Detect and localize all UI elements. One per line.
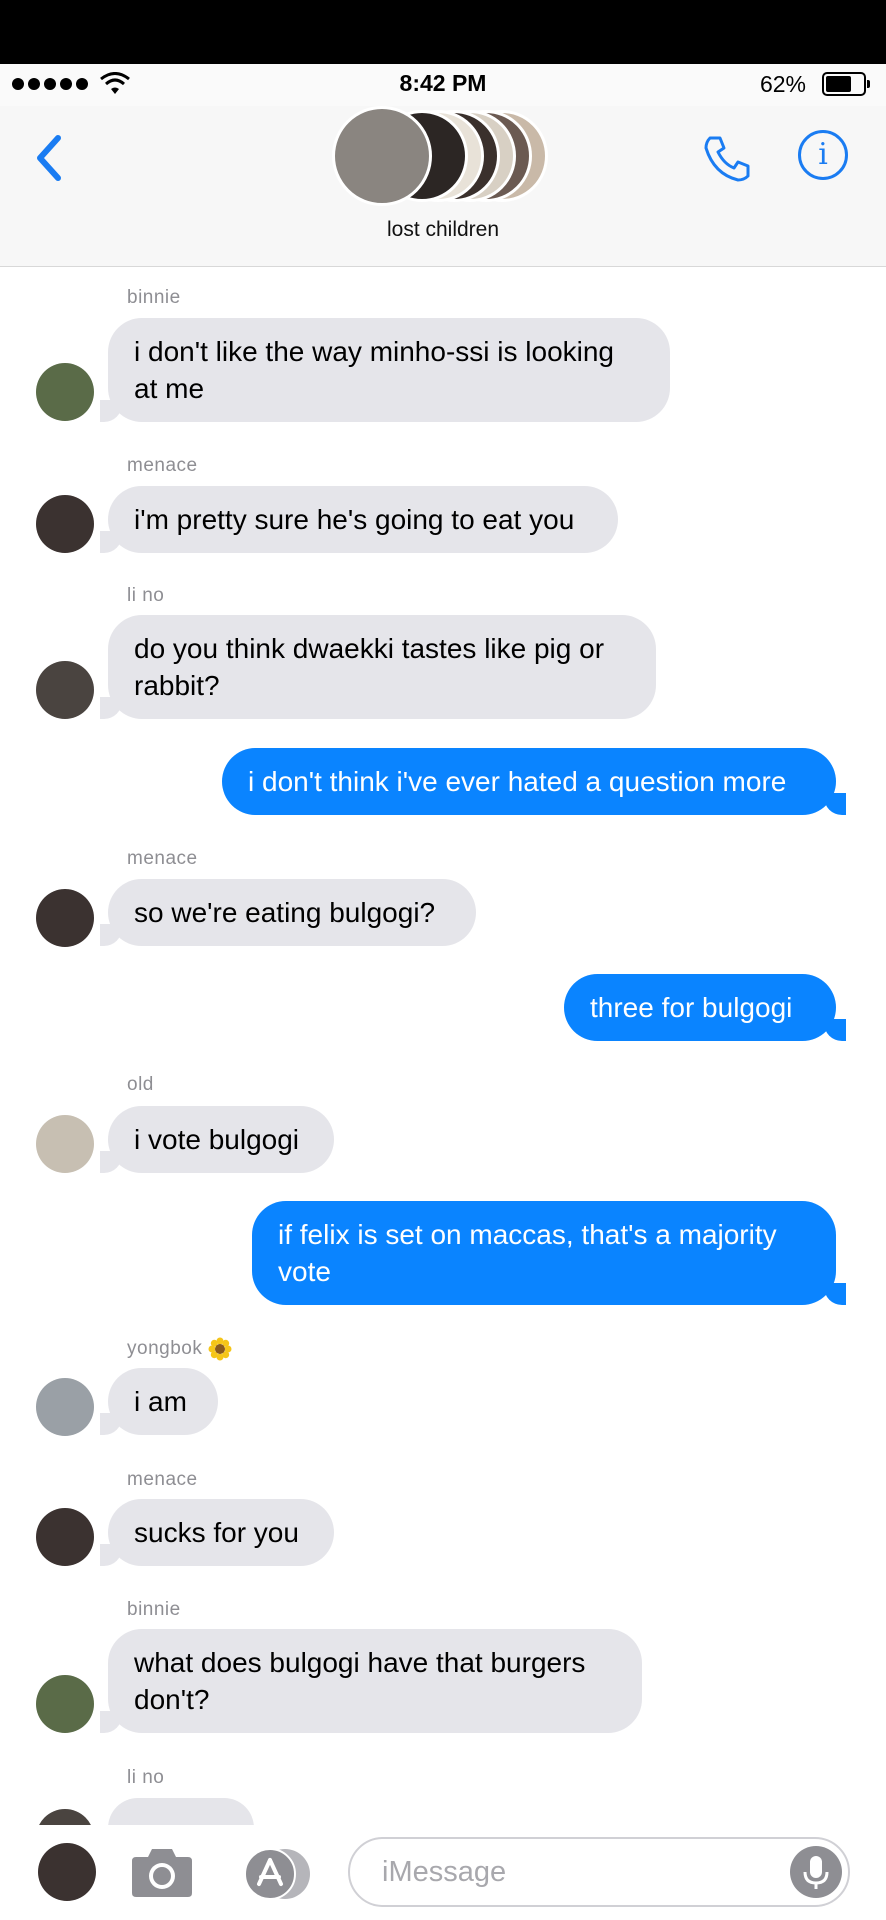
composer-bar: iMessage — [0, 1825, 886, 1920]
top-black-bar — [0, 0, 886, 64]
sender-name: li no — [127, 1767, 165, 1788]
conversation-header: lost children i — [0, 106, 886, 267]
member-avatar — [332, 106, 432, 206]
incoming-message-bubble[interactable]: so we're eating bulgogi? — [100, 879, 476, 946]
incoming-message-bubble-partial[interactable] — [108, 1798, 254, 1825]
sender-name: menace — [127, 848, 198, 869]
imessage-input[interactable]: iMessage — [348, 1837, 850, 1907]
avatar[interactable] — [36, 1378, 94, 1436]
message-thread[interactable]: binnie i don't like the way minho-ssi is… — [0, 267, 886, 1825]
incoming-message-bubble[interactable]: do you think dwaekki tastes like pig or … — [100, 615, 656, 719]
incoming-message-bubble[interactable]: sucks for you — [100, 1499, 334, 1566]
avatar[interactable] — [36, 363, 94, 421]
incoming-message-bubble[interactable]: i don't like the way minho-ssi is lookin… — [100, 318, 670, 422]
sender-name: menace — [127, 1469, 198, 1490]
incoming-message-bubble[interactable]: i am — [100, 1368, 218, 1435]
avatar[interactable] — [36, 1675, 94, 1733]
sender-name: menace — [127, 455, 198, 476]
avatar[interactable] — [36, 1508, 94, 1566]
group-avatar-stack[interactable] — [332, 106, 552, 206]
outgoing-message-bubble[interactable]: three for bulgogi — [564, 974, 846, 1041]
incoming-message-bubble[interactable]: what does bulgogi have that burgers don'… — [100, 1629, 642, 1733]
sender-name-text: yongbok — [127, 1338, 203, 1360]
incoming-message-bubble[interactable]: i'm pretty sure he's going to eat you — [100, 486, 618, 553]
microphone-icon[interactable] — [790, 1846, 842, 1898]
memoji-avatar-button[interactable] — [38, 1843, 96, 1901]
avatar[interactable] — [36, 1115, 94, 1173]
sender-name: binnie — [127, 287, 181, 308]
imessage-placeholder: iMessage — [382, 1856, 507, 1888]
group-name[interactable]: lost children — [0, 218, 886, 242]
avatar[interactable] — [36, 889, 94, 947]
avatar[interactable] — [36, 495, 94, 553]
phone-call-icon[interactable] — [700, 130, 756, 186]
status-bar: 8:42 PM 62% — [0, 64, 886, 106]
clock: 8:42 PM — [399, 70, 487, 96]
sender-name: old — [127, 1074, 154, 1095]
outgoing-message-bubble[interactable]: i don't think i've ever hated a question… — [222, 748, 846, 815]
info-icon[interactable]: i — [798, 130, 848, 180]
outgoing-message-bubble[interactable]: if felix is set on maccas, that's a majo… — [252, 1201, 846, 1305]
app-store-icon[interactable] — [240, 1847, 314, 1901]
avatar[interactable] — [36, 1809, 94, 1825]
battery-icon — [822, 72, 870, 96]
sender-name: li no — [127, 585, 165, 606]
camera-icon[interactable] — [130, 1845, 194, 1899]
sender-name: yongbok — [127, 1337, 232, 1361]
incoming-message-bubble[interactable]: i vote bulgogi — [100, 1106, 334, 1173]
avatar[interactable] — [36, 661, 94, 719]
battery-percentage: 62% — [759, 71, 806, 97]
sender-name: binnie — [127, 1599, 181, 1620]
sunflower-emoji-icon — [208, 1337, 232, 1361]
back-chevron-icon[interactable] — [30, 128, 70, 188]
